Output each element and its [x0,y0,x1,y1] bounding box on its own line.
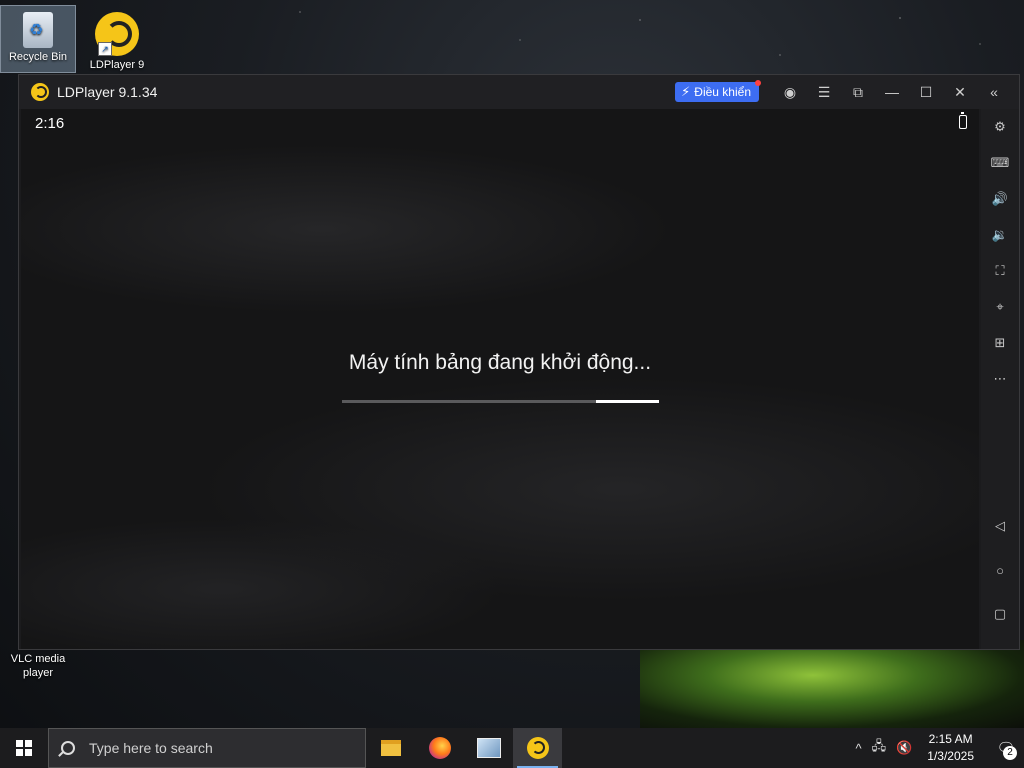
taskbar-clock[interactable]: 2:15 AM 1/3/2025 [927,731,974,765]
android-screen[interactable]: 2:16 Máy tính bảng đang khởi động... [21,109,979,649]
taskbar-date: 1/3/2025 [927,749,974,763]
titlebar-controls: ⚡ Điều khiển ◉ ☰ ⧉ — ☐ ✕ « [675,75,1011,109]
notification-dot [755,80,761,86]
ldplayer-window: LDPlayer 9.1.34 ⚡ Điều khiển ◉ ☰ ⧉ — ☐ ✕… [18,74,1020,650]
menu-icon[interactable]: ☰ [807,75,841,109]
close-icon[interactable]: ✕ [943,75,977,109]
android-clock: 2:16 [35,115,65,132]
account-icon[interactable]: ◉ [773,75,807,109]
chevron-up-icon[interactable]: ^ [855,741,861,756]
taskbar-search[interactable]: Type here to search [48,728,366,768]
collapse-sidebar-icon[interactable]: « [977,75,1011,109]
home-icon[interactable]: ○ [990,560,1010,580]
folder-icon [380,740,401,756]
taskbar-ldplayer[interactable] [513,728,562,768]
control-button-label: Điều khiển [694,85,751,99]
more-icon[interactable]: ⋯ [990,369,1010,389]
search-icon [61,741,75,755]
taskbar: Type here to search ^ 🖧 🔇 2:15 AM 1/3/20… [0,728,1024,768]
recents-icon[interactable]: ▢ [990,604,1010,624]
virtual-location-icon[interactable]: ⌖ [990,297,1010,317]
recycle-bin-icon [23,12,53,48]
taskbar-firefox[interactable] [415,728,464,768]
network-icon[interactable]: 🖧 [872,737,887,759]
screenshot-icon[interactable]: ⛶ [990,261,1010,281]
window-titlebar[interactable]: LDPlayer 9.1.34 ⚡ Điều khiển ◉ ☰ ⧉ — ☐ ✕… [19,75,1019,109]
volume-muted-icon[interactable]: 🔇 [896,740,912,756]
windows-logo-icon [16,740,32,756]
system-tray: ^ 🖧 🔇 2:15 AM 1/3/2025 🗨 2 [850,728,1024,768]
taskbar-file-explorer[interactable] [366,728,415,768]
minimize-icon[interactable]: — [875,75,909,109]
notification-center-button[interactable]: 🗨 2 [988,728,1024,768]
desktop-icon-recycle-bin[interactable]: Recycle Bin [0,5,76,73]
search-placeholder: Type here to search [89,740,213,756]
control-button[interactable]: ⚡ Điều khiển [675,80,761,102]
battery-icon [959,112,967,129]
shortcut-arrow-icon: ↗ [98,42,112,56]
boot-progress-fill [595,400,659,403]
lightning-icon: ⚡ [681,84,691,99]
start-button[interactable] [0,728,48,768]
window-title: LDPlayer 9.1.34 [57,84,158,100]
ldplayer-logo-icon [31,83,49,101]
taskbar-time: 2:15 AM [928,732,973,746]
wallpaper-tent-glow [640,640,1024,728]
volume-up-icon[interactable]: 🔊 [990,189,1010,209]
settings-icon[interactable]: ⚙ [990,117,1010,137]
volume-down-icon[interactable]: 🔉 [990,225,1010,245]
desktop-icon-label: VLC media player [10,653,66,679]
popout-icon[interactable]: ⧉ [841,75,875,109]
desktop-icon-label: Recycle Bin [8,51,68,63]
image-app-icon [476,738,501,758]
ldplayer-logo-icon [526,737,549,759]
boot-message: Máy tính bảng đang khởi động... [348,351,652,374]
boot-progress-bar [342,400,659,403]
add-window-icon[interactable]: ⊞ [990,333,1010,353]
desktop-icon-ldplayer[interactable]: ↗ LDPlayer 9 [80,6,154,72]
taskbar-image-app[interactable] [464,728,513,768]
firefox-icon [428,737,451,759]
ldplayer-sidebar: ⚙ ⌨ 🔊 🔉 ⛶ ⌖ ⊞ ⋯ ◁ ○ ▢ [981,109,1019,649]
back-icon[interactable]: ◁ [990,516,1010,536]
maximize-icon[interactable]: ☐ [909,75,943,109]
desktop-icon-label: LDPlayer 9 [89,59,145,71]
notification-count: 2 [1003,746,1017,760]
keyboard-icon[interactable]: ⌨ [990,153,1010,173]
